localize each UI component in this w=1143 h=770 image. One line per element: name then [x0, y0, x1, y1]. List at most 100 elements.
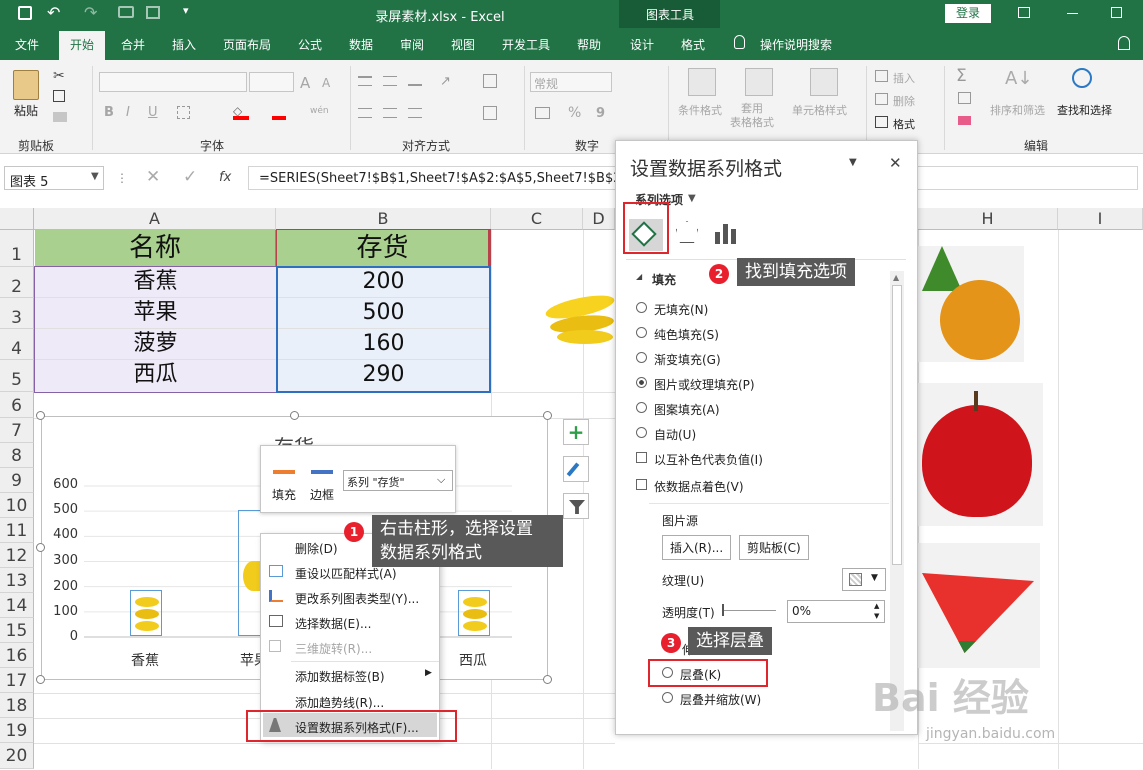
- phonetic-button[interactable]: wén: [310, 106, 329, 116]
- tab-design[interactable]: 设计: [630, 36, 654, 53]
- menu-3d-rotation[interactable]: 三维旋转(R)...: [295, 640, 372, 657]
- chart-resize-handle[interactable]: [36, 543, 45, 552]
- menu-select-data[interactable]: 选择数据(E)...: [295, 615, 371, 632]
- transparency-slider-thumb[interactable]: [722, 604, 724, 616]
- number-format-box[interactable]: 常规: [530, 72, 612, 92]
- series-selector[interactable]: 系列 "存货" ⌵: [343, 470, 453, 491]
- menu-add-trendline[interactable]: 添加趋势线(R)...: [295, 694, 384, 711]
- pen-icon[interactable]: [311, 454, 333, 474]
- radio-pattern-fill[interactable]: 图案填充(A): [636, 401, 720, 418]
- fill-color-icon[interactable]: ◇: [233, 104, 249, 120]
- align-middle-icon[interactable]: [383, 76, 397, 86]
- chart-resize-handle[interactable]: [543, 675, 552, 684]
- cell-style-icon[interactable]: [810, 68, 838, 96]
- chart-filter-button[interactable]: [563, 493, 589, 519]
- banana-image[interactable]: [543, 290, 617, 350]
- tab-insert[interactable]: 插入: [172, 36, 196, 53]
- insert-function-button[interactable]: fx: [219, 170, 231, 185]
- row-header-6[interactable]: 6: [0, 392, 34, 418]
- col-header-b[interactable]: B: [276, 208, 491, 230]
- clear-icon[interactable]: [958, 116, 971, 125]
- row-header-15[interactable]: 15: [0, 618, 34, 643]
- enter-icon[interactable]: ✓: [183, 167, 197, 187]
- row-header-14[interactable]: 14: [0, 593, 34, 618]
- apple-image[interactable]: [918, 383, 1043, 526]
- fill-section-header[interactable]: 填充: [652, 271, 676, 288]
- tab-review[interactable]: 审阅: [400, 36, 424, 53]
- row-header-13[interactable]: 13: [0, 568, 34, 593]
- tell-me-search[interactable]: 操作说明搜索: [760, 36, 832, 53]
- row-header-19[interactable]: 19: [0, 718, 34, 743]
- row-header-3[interactable]: 3: [0, 298, 34, 329]
- login-button[interactable]: 登录: [945, 4, 991, 23]
- pane-close-icon[interactable]: ✕: [889, 154, 902, 172]
- cond-format-button[interactable]: 条件格式: [678, 102, 722, 118]
- menu-add-data-labels[interactable]: 添加数据标签(B): [295, 668, 385, 685]
- align-top-icon[interactable]: [358, 76, 372, 86]
- tab-help[interactable]: 帮助: [577, 36, 601, 53]
- find-select-icon[interactable]: [1072, 68, 1092, 88]
- row-header-11[interactable]: 11: [0, 518, 34, 543]
- row-header-12[interactable]: 12: [0, 543, 34, 568]
- bar-apple[interactable]: [238, 510, 263, 636]
- wrap-text-icon[interactable]: [483, 74, 497, 88]
- delete-cells-button[interactable]: 删除: [893, 93, 915, 109]
- clipboard-picture-button[interactable]: 剪贴板(C): [739, 535, 809, 560]
- transparency-slider[interactable]: [724, 610, 776, 611]
- radio-gradient-fill[interactable]: 渐变填充(G): [636, 351, 721, 368]
- row-header-20[interactable]: 20: [0, 743, 34, 769]
- sort-filter-icon[interactable]: A↓: [1005, 68, 1032, 89]
- collapse-triangle-icon[interactable]: ◢: [636, 272, 642, 281]
- mini-border-label[interactable]: 边框: [310, 486, 334, 503]
- pane-scrollbar[interactable]: ▲: [890, 271, 904, 731]
- name-box[interactable]: 图表 5 ▼: [4, 166, 104, 190]
- fill-bucket-icon[interactable]: [273, 454, 295, 474]
- chart-resize-handle[interactable]: [36, 675, 45, 684]
- tab-developer[interactable]: 开发工具: [502, 36, 550, 53]
- find-select-button[interactable]: 查找和选择: [1057, 102, 1112, 118]
- align-right-icon[interactable]: [408, 108, 422, 118]
- row-header-9[interactable]: 9: [0, 468, 34, 493]
- row-header-5[interactable]: 5: [0, 360, 34, 392]
- bold-button[interactable]: B: [104, 105, 114, 120]
- paste-button[interactable]: 粘贴: [14, 102, 38, 119]
- format-cells-button[interactable]: 格式: [893, 116, 915, 132]
- radio-stack-scale[interactable]: 层叠并缩放(W): [662, 691, 761, 708]
- italic-button[interactable]: I: [126, 105, 130, 120]
- series-options-tab[interactable]: [715, 224, 737, 244]
- font-shrink-button[interactable]: A: [322, 76, 330, 90]
- row-header-4[interactable]: 4: [0, 329, 34, 360]
- tab-view[interactable]: 视图: [451, 36, 475, 53]
- chart-resize-handle[interactable]: [290, 411, 299, 420]
- spinner-icon[interactable]: ▲ ▼: [874, 601, 879, 621]
- format-painter-icon[interactable]: [53, 112, 67, 122]
- col-header-i[interactable]: I: [1058, 208, 1143, 230]
- row-header-16[interactable]: 16: [0, 643, 34, 668]
- maximize-icon[interactable]: [1111, 7, 1122, 18]
- checkbox-invert-negative[interactable]: 以互补色代表负值(I): [636, 451, 763, 468]
- chart-elements-button[interactable]: +: [563, 419, 589, 445]
- cut-icon[interactable]: ✂: [53, 68, 65, 84]
- bar-watermelon[interactable]: [458, 590, 490, 636]
- cell-a1[interactable]: 名称: [35, 230, 276, 267]
- row-header-17[interactable]: 17: [0, 668, 34, 693]
- minimize-icon[interactable]: [1067, 13, 1078, 14]
- share-icon[interactable]: [1118, 36, 1130, 50]
- underline-button[interactable]: U: [148, 105, 158, 120]
- align-bottom-icon[interactable]: [408, 76, 422, 86]
- cell-style-button[interactable]: 单元格样式: [792, 102, 847, 118]
- effects-tab[interactable]: [676, 221, 698, 243]
- pineapple-image[interactable]: [918, 246, 1034, 374]
- fill-down-icon[interactable]: [958, 92, 971, 104]
- font-size-box[interactable]: [249, 72, 294, 92]
- merge-center-icon[interactable]: [483, 106, 497, 120]
- border-icon[interactable]: [177, 106, 190, 119]
- col-header-c[interactable]: C: [491, 208, 583, 230]
- insert-cells-button[interactable]: 插入: [893, 70, 915, 86]
- tab-page-layout[interactable]: 页面布局: [223, 36, 271, 53]
- radio-auto-fill[interactable]: 自动(U): [636, 426, 696, 443]
- tab-merge[interactable]: 合并: [121, 36, 145, 53]
- pane-options-icon[interactable]: ▼: [849, 157, 857, 168]
- tab-home[interactable]: 开始: [70, 36, 94, 53]
- row-header-7[interactable]: 7: [0, 418, 34, 443]
